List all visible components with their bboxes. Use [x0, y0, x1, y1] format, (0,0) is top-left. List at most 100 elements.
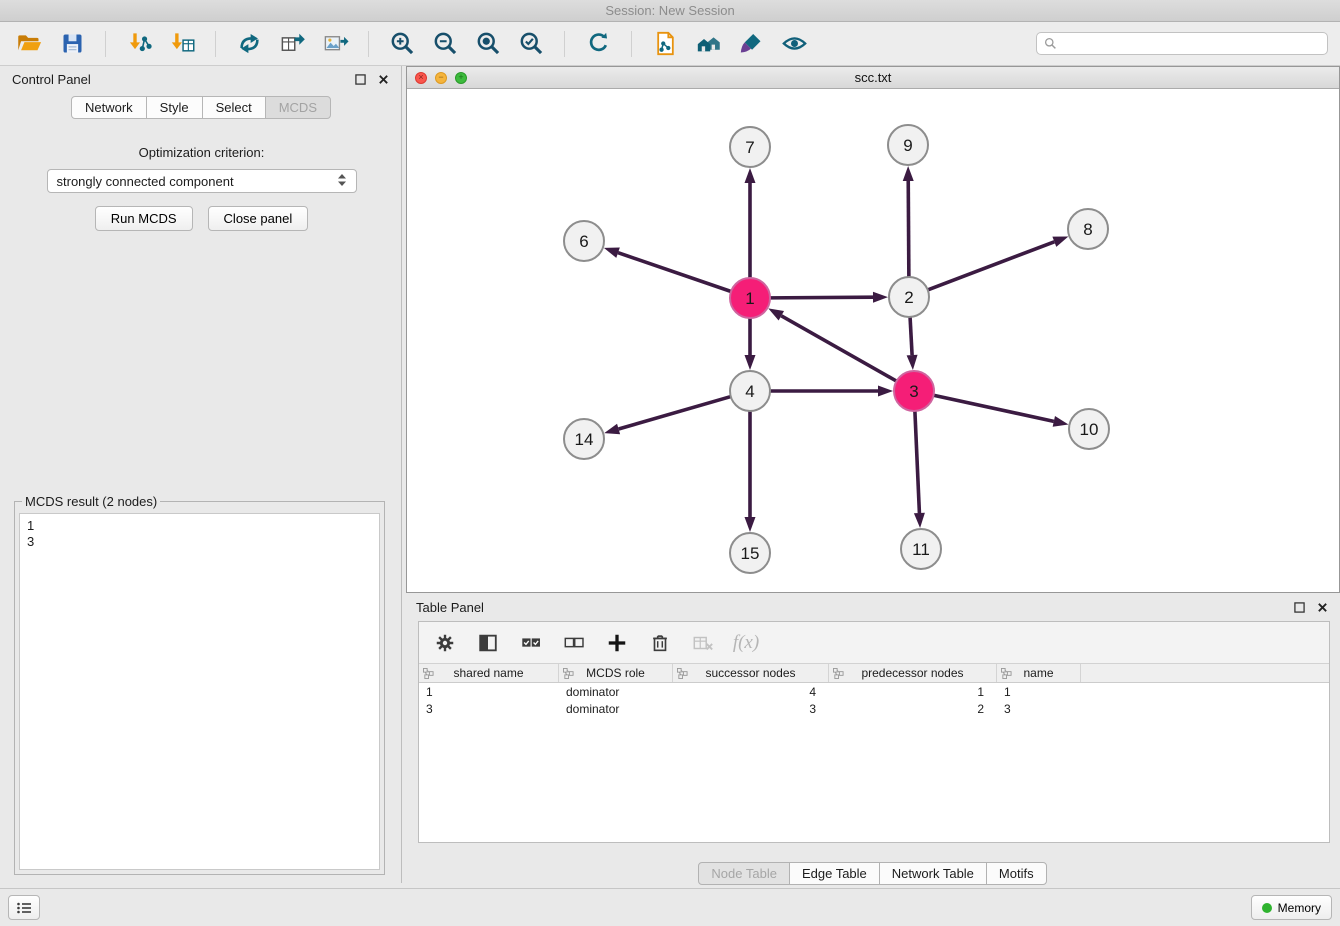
function-builder-button[interactable]: f(x) — [734, 631, 758, 655]
graph-edge-4-14[interactable] — [604, 397, 731, 435]
mcds-result-line: 3 — [27, 534, 372, 550]
task-history-button[interactable] — [8, 895, 40, 920]
graph-node-15[interactable]: 15 — [730, 533, 770, 573]
select-all-button[interactable] — [519, 631, 543, 655]
svg-text:3: 3 — [909, 382, 918, 401]
table-cell: 3 — [673, 702, 829, 716]
table-cell: dominator — [559, 685, 673, 699]
graph-node-6[interactable]: 6 — [564, 221, 604, 261]
column-header-successor-nodes[interactable]: successor nodes — [673, 664, 829, 682]
network-window-titlebar: scc.txt × − + — [407, 67, 1339, 89]
graph-node-8[interactable]: 8 — [1068, 209, 1108, 249]
column-header-predecessor-nodes[interactable]: predecessor nodes — [829, 664, 997, 682]
graph-edge-3-11[interactable] — [914, 411, 925, 528]
toolbar-separator — [631, 31, 632, 57]
graph-node-11[interactable]: 11 — [901, 529, 941, 569]
show-columns-button[interactable] — [476, 631, 500, 655]
graph-edge-1-2[interactable] — [770, 292, 888, 303]
zoom-in-button[interactable] — [385, 27, 419, 61]
graph-node-1[interactable]: 1 — [730, 278, 770, 318]
status-bar: Memory — [0, 888, 1340, 926]
zoom-selected-button[interactable] — [514, 27, 548, 61]
import-network-icon — [126, 30, 153, 57]
graph-edge-3-10[interactable] — [934, 395, 1069, 426]
close-panel-button[interactable]: Close panel — [208, 206, 309, 231]
graph-edge-3-1[interactable] — [768, 308, 896, 381]
home-button[interactable] — [691, 27, 725, 61]
column-header-MCDS-role[interactable]: MCDS role — [559, 664, 673, 682]
search-input[interactable] — [1062, 37, 1320, 51]
tab-motifs[interactable]: Motifs — [986, 862, 1047, 885]
mcds-result-list[interactable]: 13 — [19, 513, 380, 870]
close-panel-icon[interactable] — [375, 72, 391, 88]
zoom-window-button[interactable]: + — [455, 72, 467, 84]
select-spinner-icon — [337, 173, 347, 190]
graph-edge-1-7[interactable] — [745, 168, 756, 278]
save-session-button[interactable] — [55, 27, 89, 61]
table-settings-button[interactable] — [433, 631, 457, 655]
graph-edge-4-3[interactable] — [770, 386, 893, 397]
graph-node-14[interactable]: 14 — [564, 419, 604, 459]
column-header-label: name — [1023, 666, 1053, 680]
graph-edge-1-4[interactable] — [745, 318, 756, 370]
run-mcds-button[interactable]: Run MCDS — [95, 206, 193, 231]
import-table-icon — [169, 30, 196, 57]
tab-mcds[interactable]: MCDS — [265, 96, 331, 119]
tab-style[interactable]: Style — [146, 96, 203, 119]
float-table-panel-icon[interactable] — [1291, 599, 1307, 615]
search-field[interactable] — [1036, 32, 1328, 55]
memory-button[interactable]: Memory — [1251, 895, 1332, 920]
open-session-button[interactable] — [12, 27, 46, 61]
float-panel-icon[interactable] — [352, 72, 368, 88]
graph-edge-1-6[interactable] — [604, 247, 731, 291]
new-network-button[interactable] — [232, 27, 266, 61]
graph-edge-4-15[interactable] — [745, 411, 756, 532]
table-row[interactable]: 3dominator323 — [419, 700, 1329, 717]
minimize-window-button[interactable]: − — [435, 72, 447, 84]
add-column-button[interactable] — [605, 631, 629, 655]
show-hide-button[interactable] — [777, 27, 811, 61]
graph-node-2[interactable]: 2 — [889, 277, 929, 317]
delete-table-button[interactable] — [691, 631, 715, 655]
graph-node-3[interactable]: 3 — [894, 371, 934, 411]
zoom-fit-icon — [475, 30, 502, 57]
graph-node-7[interactable]: 7 — [730, 127, 770, 167]
control-panel-title: Control Panel — [12, 72, 91, 87]
graph-edge-2-9[interactable] — [903, 166, 914, 277]
deselect-all-button[interactable] — [562, 631, 586, 655]
svg-text:10: 10 — [1080, 420, 1099, 439]
graph-node-4[interactable]: 4 — [730, 371, 770, 411]
table-cell: 1 — [419, 685, 559, 699]
network-graph[interactable]: 7 9 6 8 1 2 4 3 14 10 15 11 — [407, 89, 1339, 592]
apply-style-button[interactable] — [734, 27, 768, 61]
tab-edge-table[interactable]: Edge Table — [789, 862, 880, 885]
table-panel-title: Table Panel — [416, 600, 484, 615]
toolbar-separator — [368, 31, 369, 57]
tab-network[interactable]: Network — [71, 96, 147, 119]
export-table-button[interactable] — [275, 27, 309, 61]
tab-network-table[interactable]: Network Table — [879, 862, 987, 885]
clone-network-button[interactable] — [648, 27, 682, 61]
graph-node-9[interactable]: 9 — [888, 125, 928, 165]
zoom-fit-button[interactable] — [471, 27, 505, 61]
column-header-name[interactable]: name — [997, 664, 1081, 682]
svg-text:7: 7 — [745, 138, 754, 157]
import-table-button[interactable] — [165, 27, 199, 61]
network-arrows-icon — [236, 30, 263, 57]
close-window-button[interactable]: × — [415, 72, 427, 84]
delete-column-button[interactable] — [648, 631, 672, 655]
graph-edge-2-3[interactable] — [907, 317, 918, 370]
toolbar-separator — [105, 31, 106, 57]
graph-edge-2-8[interactable] — [928, 236, 1069, 289]
column-header-shared-name[interactable]: shared name — [419, 664, 559, 682]
tab-node-table[interactable]: Node Table — [698, 862, 790, 885]
refresh-button[interactable] — [581, 27, 615, 61]
zoom-out-button[interactable] — [428, 27, 462, 61]
graph-node-10[interactable]: 10 — [1069, 409, 1109, 449]
close-table-panel-icon[interactable] — [1314, 599, 1330, 615]
import-network-button[interactable] — [122, 27, 156, 61]
table-row[interactable]: 1dominator411 — [419, 683, 1329, 700]
export-image-button[interactable] — [318, 27, 352, 61]
tab-select[interactable]: Select — [202, 96, 266, 119]
criterion-select[interactable]: strongly connected component — [47, 169, 357, 193]
